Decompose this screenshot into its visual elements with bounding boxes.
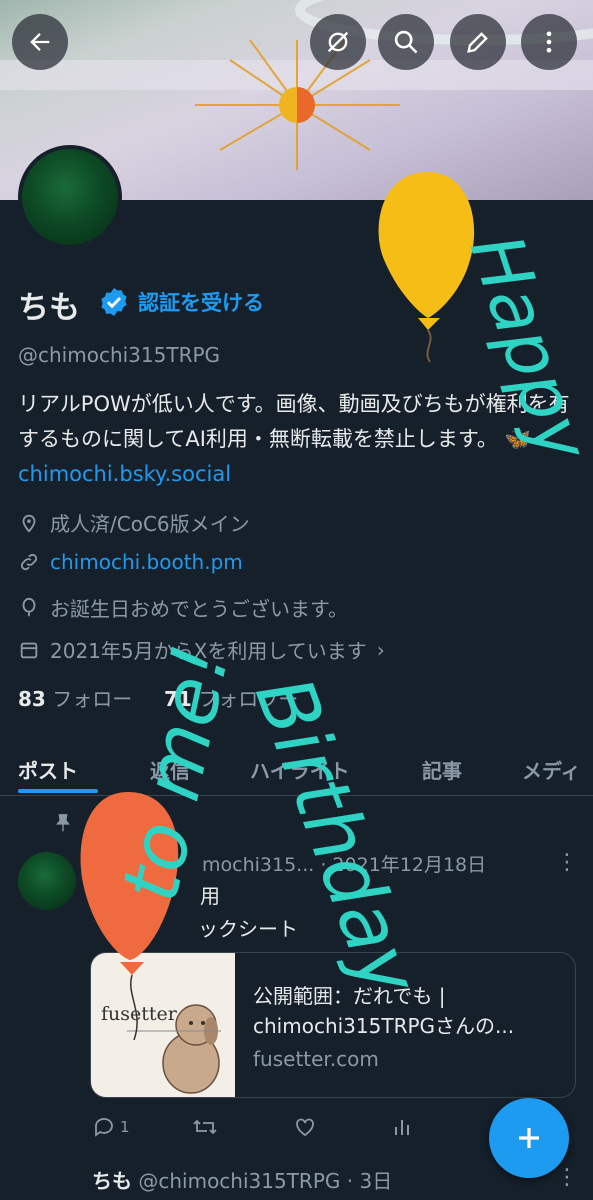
profile-website[interactable]: chimochi.booth.pm bbox=[18, 550, 243, 574]
verified-badge-icon bbox=[101, 288, 127, 316]
second-post-time: · 3日 bbox=[346, 1169, 393, 1193]
search-button[interactable] bbox=[378, 14, 434, 70]
location-text: 成人済/CoC6版メイン bbox=[50, 512, 250, 536]
second-post-author-handle[interactable]: @chimochi315TRPG bbox=[138, 1169, 340, 1193]
calendar-icon bbox=[20, 642, 38, 658]
profile-location: 成人済/CoC6版メイン bbox=[18, 508, 250, 537]
yellow-balloon bbox=[378, 172, 475, 363]
tab-replies[interactable]: 返信 bbox=[150, 755, 190, 784]
chevron-right-icon: › bbox=[376, 637, 385, 662]
profile-bio: リアルPOWが低い人です。画像、動画及びちもが権利を有するものに関してAI利用・… bbox=[18, 387, 578, 492]
following-label: フォロー bbox=[52, 687, 133, 711]
link-card-title: 公開範囲：だれでも | chimochi315TRPGさんの... bbox=[253, 984, 515, 1038]
post-author-handle[interactable]: mochi315... bbox=[202, 854, 314, 876]
back-button[interactable] bbox=[12, 14, 68, 70]
tab-articles[interactable]: 記事 bbox=[422, 755, 462, 784]
profile-avatar[interactable] bbox=[18, 145, 122, 249]
edit-button[interactable] bbox=[450, 14, 506, 70]
post-avatar[interactable] bbox=[18, 852, 76, 910]
link-card-image: fusetter bbox=[91, 953, 235, 1097]
tab-posts[interactable]: ポスト bbox=[18, 755, 78, 784]
followers-count: 71 bbox=[164, 687, 192, 711]
location-icon bbox=[22, 514, 36, 533]
profile-name: ちも bbox=[18, 290, 80, 326]
website-link[interactable]: chimochi.booth.pm bbox=[50, 550, 243, 574]
tab-highlights[interactable]: ハイライト bbox=[250, 755, 350, 784]
link-card-domain: fusetter.com bbox=[253, 1047, 379, 1071]
profile-tabs: ポスト 返信 ハイライト 記事 メディ bbox=[0, 745, 593, 796]
followers-label: フォロワー bbox=[198, 687, 299, 711]
joined-text: 2021年5月からXを利用しています bbox=[50, 639, 367, 663]
sync-off-icon bbox=[327, 31, 349, 53]
balloon-icon bbox=[22, 597, 36, 616]
like-button[interactable] bbox=[293, 1115, 317, 1139]
compose-button[interactable] bbox=[489, 1098, 569, 1178]
link-icon bbox=[20, 553, 38, 571]
profile-handle: @chimochi315TRPG bbox=[18, 343, 221, 367]
retweet-icon bbox=[193, 1119, 217, 1135]
avatar-image bbox=[22, 149, 118, 245]
pin-icon bbox=[56, 814, 70, 832]
post-text: 用 ックシート bbox=[92, 880, 298, 946]
reply-icon bbox=[95, 1118, 113, 1137]
edit-icon bbox=[467, 32, 488, 53]
sync-button[interactable] bbox=[310, 14, 366, 70]
post-date: · 2021年12月18日 bbox=[320, 854, 487, 876]
dog-illustration bbox=[127, 1004, 221, 1094]
profile-joined[interactable]: 2021年5月からXを利用しています › bbox=[18, 635, 385, 664]
post-more-icon[interactable]: ⋮ bbox=[556, 850, 578, 875]
analytics-button[interactable] bbox=[390, 1115, 414, 1139]
compose-plus-icon bbox=[519, 1128, 539, 1148]
like-icon bbox=[296, 1118, 314, 1137]
birthday-text: お誕生日おめでとうございます。 bbox=[50, 597, 348, 621]
post-text-line: 用 bbox=[200, 884, 220, 908]
post-text-line: ックシート bbox=[198, 917, 298, 941]
second-post-header: ちも @chimochi315TRPG · 3日 bbox=[92, 1165, 392, 1194]
following-stat[interactable]: 83 フォロー bbox=[18, 687, 132, 711]
analytics-icon bbox=[395, 1120, 409, 1135]
profile-birthday: お誕生日おめでとうございます。 bbox=[18, 593, 348, 622]
post-header: mochi315... · 2021年12月18日 bbox=[92, 850, 486, 877]
reply-button[interactable]: 1 bbox=[92, 1115, 130, 1139]
bio-text: リアルPOWが低い人です。画像、動画及びちもが権利を有するものに関してAI利用・… bbox=[18, 392, 570, 451]
back-arrow-icon bbox=[30, 33, 50, 51]
more-icon bbox=[546, 31, 552, 53]
reply-count: 1 bbox=[120, 1118, 130, 1136]
tab-media[interactable]: メディ bbox=[522, 755, 581, 784]
search-icon bbox=[394, 30, 418, 54]
get-verified-link[interactable]: 認証を受ける bbox=[138, 287, 264, 317]
more-button[interactable] bbox=[521, 14, 577, 70]
retweet-button[interactable] bbox=[192, 1115, 218, 1139]
following-count: 83 bbox=[18, 687, 46, 711]
second-post-more-icon[interactable]: ⋮ bbox=[556, 1165, 578, 1190]
active-tab-indicator bbox=[18, 789, 98, 793]
link-card[interactable]: fusetter 公開範囲：だれでも | chimochi315TRPGさんの.… bbox=[90, 952, 576, 1098]
follow-stats: 83 フォロー 71 フォロワー bbox=[18, 683, 298, 712]
followers-stat[interactable]: 71 フォロワー bbox=[164, 687, 298, 711]
second-post-author-name[interactable]: ちも bbox=[92, 1169, 132, 1193]
